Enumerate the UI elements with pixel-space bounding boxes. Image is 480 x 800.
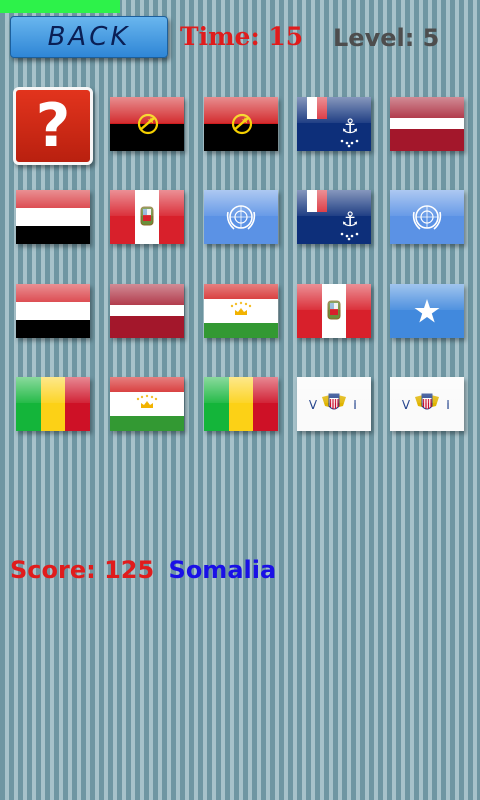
flag-card-latvia[interactable] xyxy=(390,97,464,151)
flag-card-tajikistan[interactable] xyxy=(110,377,184,431)
vi-letter-i: I xyxy=(353,398,357,412)
latvia-flag-icon xyxy=(110,284,184,338)
vi-letter-i: I xyxy=(446,398,450,412)
flag-card-mali[interactable] xyxy=(16,377,90,431)
score-counter: Score: 125 xyxy=(10,556,155,584)
question-mark-icon: ? xyxy=(35,91,71,161)
svg-text:⚓: ⚓ xyxy=(341,207,359,231)
flag-card-us-virgin-islands[interactable]: V I xyxy=(390,377,464,431)
angola-flag-icon xyxy=(204,97,278,151)
flag-card-mali[interactable] xyxy=(204,377,278,431)
vi-letter-v: V xyxy=(402,398,411,412)
flag-card-united-nations[interactable] xyxy=(204,190,278,244)
flag-card-yemen[interactable] xyxy=(16,284,90,338)
flag-card-yemen[interactable] xyxy=(16,190,90,244)
vi-letter-v: V xyxy=(309,398,318,412)
flag-card-french-southern-territories[interactable]: ⚓ xyxy=(297,190,371,244)
peru-flag-icon xyxy=(110,190,184,244)
united-nations-flag-icon xyxy=(204,190,278,244)
us-virgin-islands-flag-icon: V I xyxy=(390,377,464,431)
question-card[interactable]: ? xyxy=(13,87,93,165)
flag-card-angola[interactable] xyxy=(110,97,184,151)
yemen-flag-icon xyxy=(16,190,90,244)
mali-flag-icon xyxy=(204,377,278,431)
french-southern-territories-flag-icon: ⚓ xyxy=(297,97,371,151)
level-indicator: Level: 5 xyxy=(333,24,440,52)
flag-card-somalia[interactable] xyxy=(390,284,464,338)
flag-card-us-virgin-islands[interactable]: V I xyxy=(297,377,371,431)
angola-flag-icon xyxy=(110,97,184,151)
flag-card-latvia[interactable] xyxy=(110,284,184,338)
flag-card-peru[interactable] xyxy=(110,190,184,244)
peru-flag-icon xyxy=(297,284,371,338)
tajikistan-flag-icon xyxy=(204,284,278,338)
flag-card-peru[interactable] xyxy=(297,284,371,338)
flag-card-french-southern-territories[interactable]: ⚓ xyxy=(297,97,371,151)
back-button[interactable]: BACK xyxy=(10,16,168,58)
yemen-flag-icon xyxy=(16,284,90,338)
svg-text:⚓: ⚓ xyxy=(341,114,359,138)
score-line: Score: 125 Somalia xyxy=(10,556,276,584)
latvia-flag-icon xyxy=(390,97,464,151)
somalia-flag-icon xyxy=(390,284,464,338)
time-counter: Time: 15 xyxy=(180,22,304,51)
united-nations-flag-icon xyxy=(390,190,464,244)
us-virgin-islands-flag-icon: V I xyxy=(297,377,371,431)
flag-card-united-nations[interactable] xyxy=(390,190,464,244)
target-country-label: Somalia xyxy=(168,556,277,584)
tajikistan-flag-icon xyxy=(110,377,184,431)
progress-bar xyxy=(0,0,120,13)
french-southern-territories-flag-icon: ⚓ xyxy=(297,190,371,244)
flag-card-angola[interactable] xyxy=(204,97,278,151)
mali-flag-icon xyxy=(16,377,90,431)
flag-card-tajikistan[interactable] xyxy=(204,284,278,338)
